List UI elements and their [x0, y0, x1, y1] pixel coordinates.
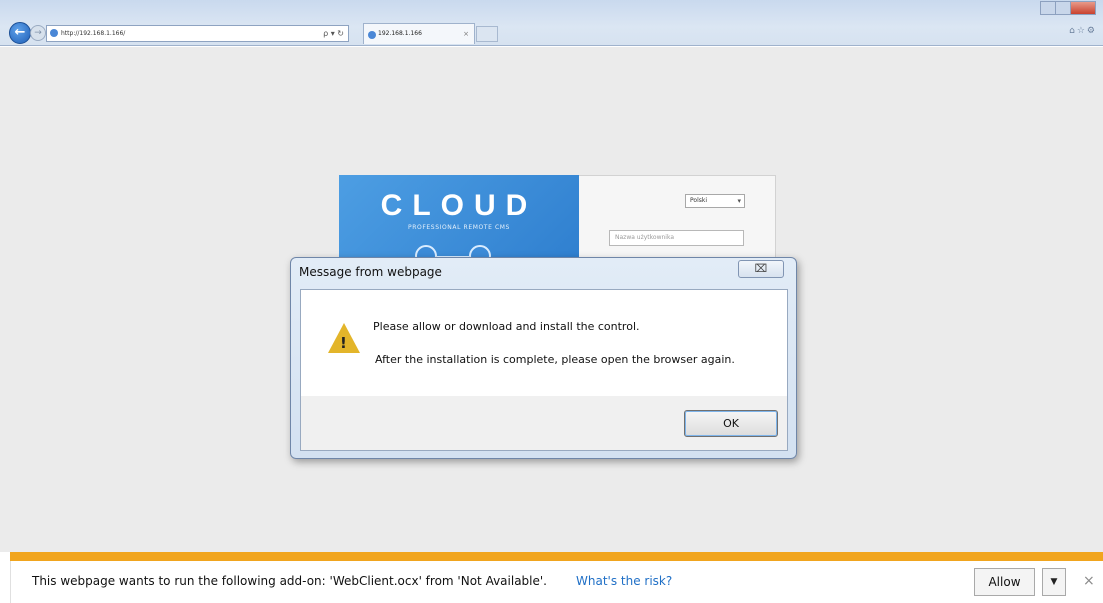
page-favicon-icon [50, 29, 58, 37]
notification-bar: This webpage wants to run the following … [10, 561, 1103, 603]
notification-accent [10, 552, 1103, 561]
window-close-icon[interactable] [1070, 1, 1096, 15]
dialog-close-button[interactable]: ⌧ [738, 260, 784, 278]
notification-text: This webpage wants to run the following … [32, 574, 547, 588]
language-select[interactable]: Polski ▾ [685, 194, 745, 208]
maximize-icon[interactable] [1055, 1, 1071, 15]
tab-close-icon[interactable]: × [463, 24, 469, 44]
allow-button[interactable]: Allow [974, 568, 1035, 596]
warning-mark: ! [340, 334, 347, 352]
brand-subtitle: PROFESSIONAL REMOTE CMS [408, 224, 510, 231]
toolbar-icons[interactable]: ⌂☆⚙ [1069, 26, 1097, 36]
brand-title: CLOUD [380, 189, 538, 222]
login-form: Polski ▾ Nazwa użytkownika [579, 175, 776, 265]
chevron-down-icon: ▾ [737, 197, 741, 205]
dialog-content: ! Please allow or download and install t… [301, 290, 787, 396]
brand-banner: CLOUD PROFESSIONAL REMOTE CMS [339, 175, 579, 267]
forward-icon[interactable]: → [30, 25, 46, 41]
tab-current[interactable]: 192.168.1.166 × [363, 23, 475, 44]
window-controls [1040, 0, 1099, 15]
language-selected: Polski [690, 197, 708, 204]
search-refresh-icons[interactable]: ρ ▾ ↻ [323, 26, 344, 41]
new-tab-button[interactable] [476, 26, 498, 42]
tab-title: 192.168.1.166 [378, 30, 422, 37]
address-url: http://192.168.1.166/ [61, 30, 126, 37]
browser-chrome: ← → http://192.168.1.166/ ρ ▾ ↻ 192.168.… [0, 0, 1103, 46]
address-bar[interactable]: http://192.168.1.166/ ρ ▾ ↻ [46, 25, 349, 42]
minimize-icon[interactable] [1040, 1, 1056, 15]
notification-close-icon[interactable]: × [1083, 573, 1095, 589]
allow-options-dropdown[interactable]: ▼ [1042, 568, 1066, 596]
tab-favicon-icon [368, 31, 376, 39]
username-field[interactable]: Nazwa użytkownika [609, 230, 744, 246]
dialog-body: ! Please allow or download and install t… [300, 289, 788, 451]
dialog-message-line1: Please allow or download and install the… [373, 320, 640, 333]
whats-the-risk-link[interactable]: What's the risk? [576, 574, 672, 588]
back-icon[interactable]: ← [9, 22, 31, 44]
message-dialog: Message from webpage ⌧ ! Please allow or… [290, 257, 797, 459]
ok-button[interactable]: OK [684, 410, 778, 437]
dialog-message-line2: After the installation is complete, plea… [375, 353, 735, 366]
dialog-title: Message from webpage [299, 265, 442, 279]
login-panel: CLOUD PROFESSIONAL REMOTE CMS Polski ▾ N… [339, 175, 776, 267]
